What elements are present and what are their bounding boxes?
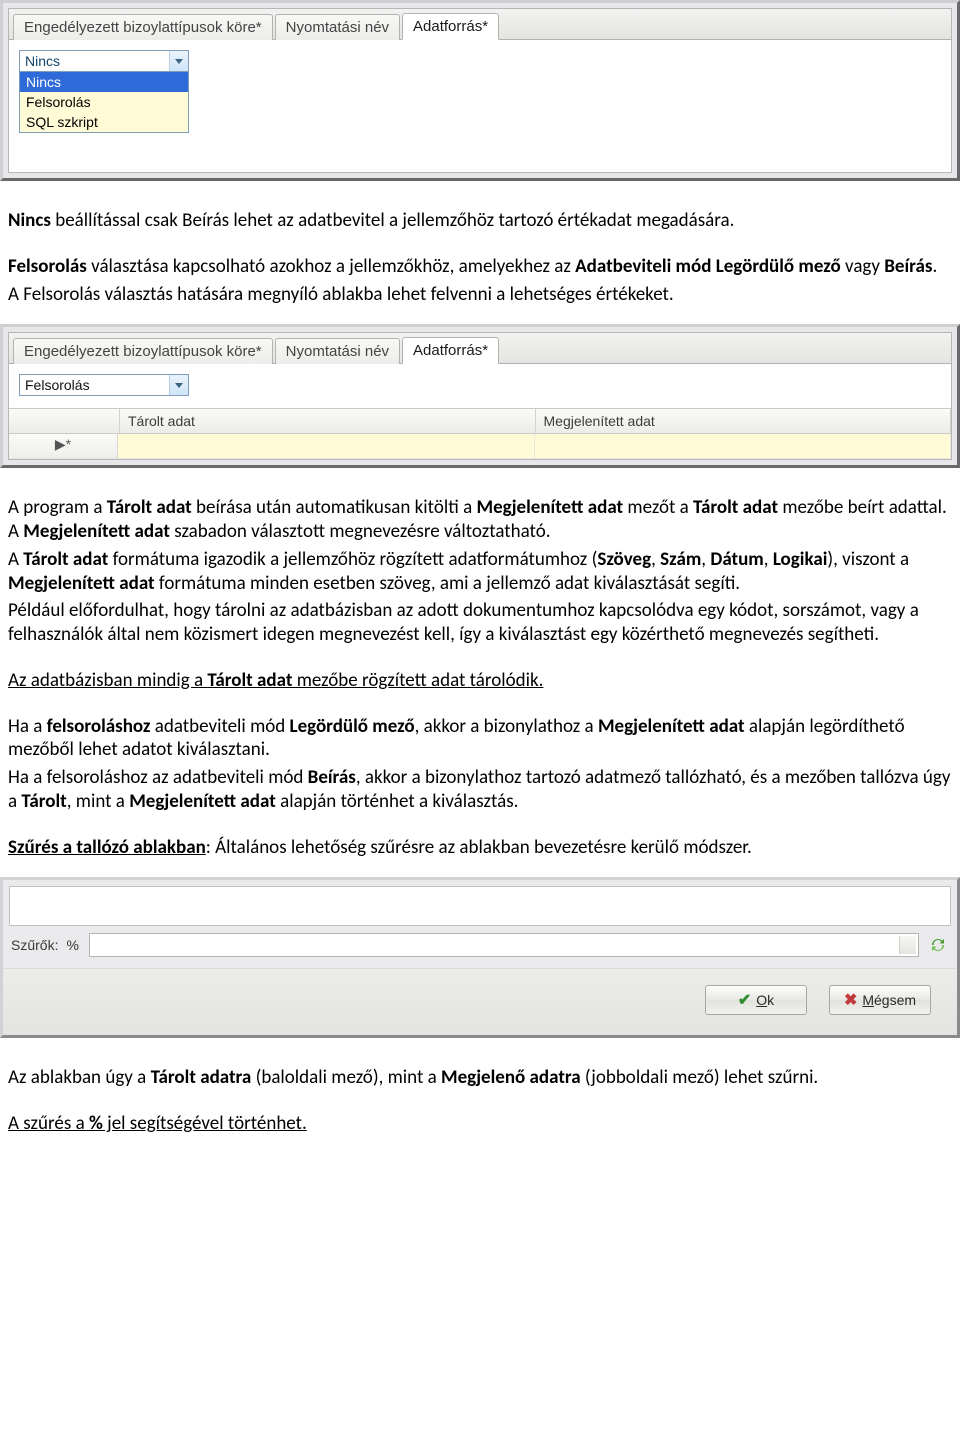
datasource-combobox-2-value: Felsorolás bbox=[20, 375, 169, 395]
datasource-combobox[interactable]: Nincs bbox=[19, 50, 189, 72]
datasource-dropdown-list: Nincs Felsorolás SQL szkript bbox=[19, 72, 189, 133]
paragraph-adatbazis-tarolt-adat: Az adatbázisban mindig a Tárolt adat mez… bbox=[0, 665, 960, 701]
chevron-down-icon[interactable] bbox=[169, 51, 188, 71]
screenshot-datasource-dropdown: Engedélyezett bizoylattípusok köre* Nyom… bbox=[0, 0, 960, 181]
tab-body-2: Felsorolás Tárolt adat Megjelenített ada… bbox=[9, 364, 951, 459]
tab-bizonylat-2[interactable]: Engedélyezett bizoylattípusok köre* bbox=[13, 338, 273, 364]
filter-label: Szűrők: bbox=[11, 937, 66, 953]
tab-panel: Engedélyezett bizoylattípusok köre* Nyom… bbox=[8, 8, 952, 173]
tab-strip: Engedélyezett bizoylattípusok köre* Nyom… bbox=[9, 9, 951, 40]
grid-header: Tárolt adat Megjelenített adat bbox=[9, 408, 951, 434]
dialog-button-row: ✔ Ok ✖ Mégsem bbox=[3, 968, 957, 1035]
paragraph-szures-ablak: Szűrés a tallózó ablakban: Általános leh… bbox=[0, 832, 960, 868]
paragraph-ablak-szures: Az ablakban úgy a Tárolt adatra (balolda… bbox=[0, 1062, 960, 1098]
check-icon: ✔ bbox=[738, 990, 751, 1010]
refresh-icon[interactable] bbox=[927, 934, 949, 956]
dropdown-option-felsorolas[interactable]: Felsorolás bbox=[20, 92, 188, 112]
tab-nyomtatasi-nev-2[interactable]: Nyomtatási név bbox=[275, 338, 400, 364]
datasource-combobox-2[interactable]: Felsorolás bbox=[19, 374, 189, 396]
grid-row-handle-new: ▶* bbox=[9, 434, 118, 458]
grid-cell-tarolt[interactable] bbox=[118, 434, 535, 458]
paragraph-tarolt-adat-autofill: A program a Tárolt adat beírása után aut… bbox=[0, 492, 960, 655]
filter-input[interactable] bbox=[89, 933, 919, 957]
dialog-top-area bbox=[9, 886, 951, 926]
chevron-down-icon[interactable] bbox=[169, 375, 188, 395]
paragraph-szures-percent: A szűrés a % jel segítségével történhet. bbox=[0, 1108, 960, 1144]
dropdown-option-sql-szkript[interactable]: SQL szkript bbox=[20, 112, 188, 132]
tab-body: Nincs Nincs Felsorolás SQL szkript bbox=[9, 40, 951, 172]
grid-header-handle bbox=[9, 409, 120, 433]
tab-adatforras-2[interactable]: Adatforrás* bbox=[402, 337, 499, 364]
paragraph-nincs: Nincs beállítással csak Beírás lehet az … bbox=[0, 205, 960, 241]
ok-button[interactable]: ✔ Ok bbox=[705, 985, 807, 1015]
paragraph-legordulo-beiras: Ha a felsoroláshoz adatbeviteli mód Legö… bbox=[0, 711, 960, 822]
tab-adatforras[interactable]: Adatforrás* bbox=[402, 13, 499, 40]
close-icon: ✖ bbox=[844, 990, 857, 1010]
grid-header-tarolt-adat[interactable]: Tárolt adat bbox=[120, 409, 536, 433]
tab-nyomtatasi-nev[interactable]: Nyomtatási név bbox=[275, 14, 400, 40]
grid-new-row[interactable]: ▶* bbox=[9, 434, 951, 459]
cancel-button[interactable]: ✖ Mégsem bbox=[829, 985, 931, 1015]
filter-value: % bbox=[66, 937, 88, 953]
grid-header-megjelenitett-adat[interactable]: Megjelenített adat bbox=[536, 409, 952, 433]
grid-cell-megjelenitett[interactable] bbox=[535, 434, 952, 458]
datasource-combobox-value: Nincs bbox=[20, 51, 169, 71]
dropdown-option-nincs[interactable]: Nincs bbox=[20, 72, 188, 92]
filter-row: Szűrők: % bbox=[11, 932, 949, 958]
screenshot-felsorolas-grid: Engedélyezett bizoylattípusok köre* Nyom… bbox=[0, 324, 960, 468]
tab-panel-2: Engedélyezett bizoylattípusok köre* Nyom… bbox=[8, 332, 952, 460]
tab-strip-2: Engedélyezett bizoylattípusok köre* Nyom… bbox=[9, 333, 951, 364]
tab-bizonylat[interactable]: Engedélyezett bizoylattípusok köre* bbox=[13, 14, 273, 40]
screenshot-filter-dialog: Szűrők: % ✔ Ok ✖ Mégsem bbox=[0, 877, 960, 1038]
paragraph-felsorolas: Felsorolás választása kapcsolható azokho… bbox=[0, 251, 960, 315]
